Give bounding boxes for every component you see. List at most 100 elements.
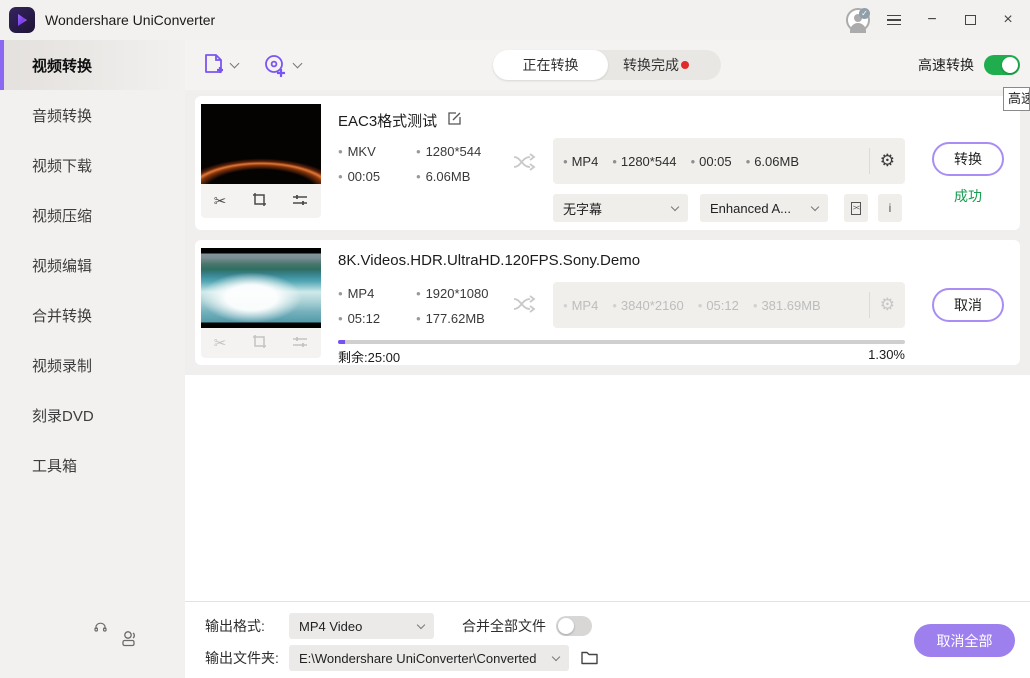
info-icon: i — [888, 201, 892, 215]
highspeed-tooltip: 高速 — [1003, 87, 1030, 111]
output-info-box: • MP4 • 1280*544 • 00:05 • 6.06MB ⚙ — [553, 138, 905, 184]
output-folder-value: E:\Wondershare UniConverter\Converted — [299, 650, 537, 666]
add-files-button[interactable] — [203, 40, 240, 90]
cancel-button-label: 取消 — [954, 297, 982, 313]
source-info: • MP4 • 1920*1080 • 05:12 • 177.62MB — [338, 286, 489, 326]
sidebar-item-label: 视频下载 — [32, 157, 93, 175]
sidebar-item-audio-convert[interactable]: 音频转换 — [0, 90, 185, 140]
crop-icon[interactable] — [252, 192, 267, 210]
tab-finished-label: 转换完成 — [623, 57, 679, 73]
open-folder-icon[interactable] — [581, 651, 598, 665]
add-file-icon — [205, 54, 223, 73]
account-check-badge: ✓ — [859, 8, 870, 19]
minimize-button[interactable]: − — [918, 6, 946, 34]
sidebar-item-video-convert[interactable]: 视频转换 — [0, 40, 185, 90]
target-resolution: 3840*2160 — [620, 297, 684, 313]
output-folder-select[interactable]: E:\Wondershare UniConverter\Converted — [289, 645, 569, 671]
cancel-all-label: 取消全部 — [936, 632, 993, 649]
notification-dot — [681, 61, 689, 69]
status-tabs: 正在转换 转换完成 — [493, 50, 721, 80]
target-resolution: 1280*544 — [620, 153, 677, 169]
sidebar-item-label: 视频压缩 — [32, 207, 93, 225]
target-size: 6.06MB — [754, 153, 800, 169]
chevron-down-icon — [810, 202, 820, 211]
sidebar-item-video-edit[interactable]: 视频编辑 — [0, 240, 185, 290]
settings-gear-icon: ⚙ — [879, 295, 895, 314]
cancel-button[interactable]: 取消 — [932, 288, 1004, 322]
chevron-down-icon — [292, 58, 303, 68]
chevron-down-icon — [416, 620, 426, 629]
source-duration: 00:05 — [347, 169, 381, 184]
output-format-select[interactable]: MP4 Video — [289, 613, 434, 639]
sidebar-item-label: 视频转换 — [32, 57, 93, 75]
support-icon[interactable] — [94, 620, 107, 638]
audio-dropdown[interactable]: Enhanced A... — [700, 194, 828, 222]
sidebar-item-screen-record[interactable]: 视频录制 — [0, 340, 185, 390]
task-row: ✂ EAC3格式测试 • MKV • 1280*544 • 00:05 • 6.06MB — [195, 96, 1020, 230]
compare-icon: >< — [850, 201, 862, 215]
highspeed-label: 高速转换 — [918, 57, 974, 73]
progress-fill — [338, 340, 346, 344]
convert-arrow-icon — [513, 294, 539, 319]
target-format: MP4 — [571, 297, 599, 313]
feedback-icon[interactable] — [120, 630, 140, 652]
source-resolution: 1920*1080 — [425, 286, 489, 301]
main-content: 正在转换 转换完成 高速转换 ✂ EAC3格式测试 • MKV • 1280*5… — [185, 40, 1030, 678]
merge-files-toggle[interactable] — [556, 616, 592, 636]
output-folder-label: 输出文件夹: — [205, 650, 279, 666]
target-size: 381.69MB — [761, 297, 821, 313]
trim-icon[interactable]: ✂ — [214, 194, 227, 209]
menu-icon[interactable] — [880, 6, 908, 34]
sidebar-item-video-compress[interactable]: 视频压缩 — [0, 190, 185, 240]
output-format-value: MP4 Video — [299, 618, 363, 634]
status-badge: 成功 — [954, 188, 982, 204]
target-duration: 05:12 — [706, 297, 739, 313]
sidebar-item-label: 音频转换 — [32, 107, 93, 125]
progress-percent: 1.30% — [868, 347, 905, 362]
sidebar-item-merge-convert[interactable]: 合并转换 — [0, 290, 185, 340]
convert-button[interactable]: 转换 — [932, 142, 1004, 176]
task-row: ✂ 8K.Videos.HDR.UltraHD.120FPS.Sony.Demo… — [195, 240, 1020, 365]
output-info-box: • MP4 • 3840*2160 • 05:12 • 381.69MB ⚙ — [553, 282, 905, 328]
target-format: MP4 — [571, 153, 599, 169]
load-dvd-button[interactable] — [263, 40, 303, 90]
sidebar: 视频转换 音频转换 视频下载 视频压缩 视频编辑 合并转换 视频录制 刻录DVD… — [0, 40, 185, 678]
settings-gear-icon[interactable]: ⚙ — [880, 151, 895, 171]
source-size: 177.62MB — [425, 311, 485, 326]
effects-icon[interactable] — [292, 193, 308, 210]
sidebar-item-label: 视频编辑 — [32, 257, 93, 275]
app-logo-icon — [9, 7, 35, 33]
chevron-down-icon — [229, 58, 240, 68]
close-button[interactable]: × — [994, 6, 1022, 34]
target-duration: 00:05 — [699, 153, 732, 169]
account-avatar[interactable]: ✓ — [846, 8, 870, 33]
tab-converting-label: 正在转换 — [522, 57, 579, 73]
task-list: ✂ EAC3格式测试 • MKV • 1280*544 • 00:05 • 6.06MB — [185, 90, 1030, 375]
tab-converting[interactable]: 正在转换 — [493, 50, 608, 80]
compare-button[interactable]: >< — [844, 194, 868, 222]
rename-icon[interactable] — [447, 111, 462, 130]
maximize-button[interactable] — [956, 6, 984, 34]
info-button[interactable]: i — [878, 194, 902, 222]
tab-finished[interactable]: 转换完成 — [608, 50, 704, 80]
progress-bar — [338, 340, 905, 344]
chevron-down-icon — [670, 202, 680, 211]
highspeed-toggle[interactable] — [984, 55, 1020, 75]
audio-dropdown-value: Enhanced A... — [710, 200, 791, 216]
sidebar-item-burn-dvd[interactable]: 刻录DVD — [0, 390, 185, 440]
subtitle-dropdown[interactable]: 无字幕 — [553, 194, 688, 222]
sidebar-item-video-download[interactable]: 视频下载 — [0, 140, 185, 190]
source-size: 6.06MB — [425, 169, 471, 184]
sidebar-item-toolbox[interactable]: 工具箱 — [0, 440, 185, 490]
convert-button-label: 转换 — [954, 151, 982, 167]
task-title: EAC3格式测试 — [338, 113, 438, 130]
sidebar-item-label: 工具箱 — [32, 457, 78, 475]
cancel-all-button[interactable]: 取消全部 — [914, 624, 1015, 657]
chevron-down-icon — [551, 652, 561, 661]
video-thumbnail — [201, 104, 321, 184]
effects-icon — [292, 335, 308, 352]
bottom-bar: 输出格式: MP4 Video 合并全部文件 输出文件夹: E:\Wonders… — [185, 601, 1030, 678]
sidebar-item-label: 刻录DVD — [32, 407, 94, 425]
crop-icon — [252, 334, 267, 352]
sidebar-item-label: 视频录制 — [32, 357, 93, 375]
